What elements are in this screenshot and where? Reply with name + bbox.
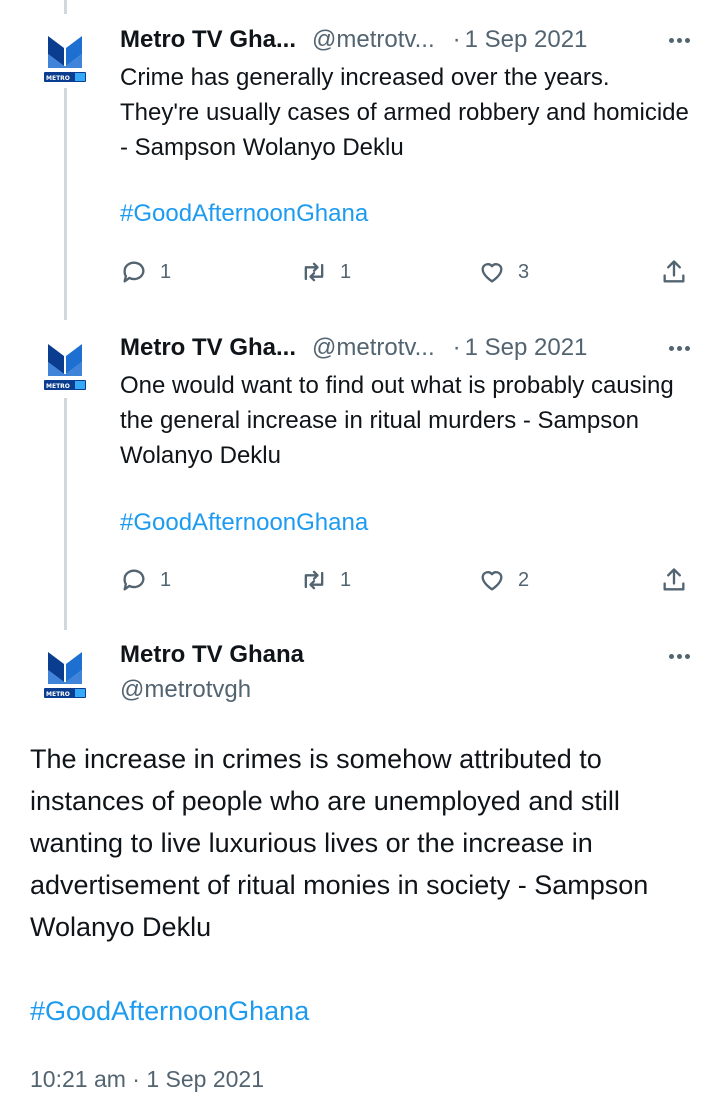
avatar[interactable]: METRO [42, 648, 88, 700]
retweet-button[interactable]: 1 [300, 565, 351, 595]
thread-line [64, 0, 67, 14]
avatar[interactable]: METRO [42, 340, 88, 392]
svg-text:METRO: METRO [46, 75, 70, 82]
retweet-count: 1 [340, 568, 352, 591]
like-icon [481, 263, 503, 283]
tweet-actions: 1 1 2 [120, 565, 690, 595]
retweet-button[interactable]: 1 [300, 257, 351, 287]
author-name[interactable]: Metro TV Gha... [120, 26, 296, 54]
share-icon [663, 568, 685, 591]
separator: · [452, 26, 461, 53]
avatar[interactable]: METRO [42, 32, 88, 84]
author-name[interactable]: Metro TV Ghana [120, 641, 304, 669]
tweet-text: Crime has generally increased over the y… [120, 64, 689, 161]
retweet-icon [304, 570, 324, 590]
author-handle[interactable]: @metrotv... [312, 26, 435, 54]
tweet-text: One would want to find out what is proba… [120, 372, 674, 469]
tweet-date[interactable]: 1 Sep 2021 [465, 334, 588, 362]
share-icon [663, 260, 685, 283]
tweet-timestamp[interactable]: 10:21 am · 1 Sep 2021 [30, 1066, 264, 1093]
reply-icon [123, 569, 145, 591]
retweet-icon [304, 262, 324, 282]
metro-tv-logo-icon: METRO [44, 652, 86, 698]
tweet-header: Metro TV Gha... @metrotv... · 1 Sep 2021 [120, 328, 720, 368]
like-icon [481, 571, 503, 591]
like-count: 3 [518, 260, 530, 283]
tweet[interactable]: METRO Metro TV Gha... @metrotv... · 1 Se… [0, 20, 720, 310]
retweet-count: 1 [340, 260, 352, 283]
separator: · [452, 334, 461, 361]
main-tweet: METRO Metro TV Ghana @metrotvgh The incr… [0, 636, 720, 1102]
hashtag-link[interactable]: #GoodAfternoonGhana [30, 996, 309, 1027]
author-handle[interactable]: @metrotvgh [120, 676, 251, 704]
metro-tv-logo-icon: METRO [44, 344, 86, 390]
author-handle[interactable]: @metrotv... [312, 334, 435, 362]
more-icon[interactable] [669, 328, 690, 368]
hashtag-link[interactable]: #GoodAfternoonGhana [120, 509, 368, 537]
hashtag-link[interactable]: #GoodAfternoonGhana [120, 200, 368, 228]
reply-button[interactable]: 1 [120, 257, 171, 287]
like-count: 2 [518, 568, 530, 591]
reply-icon [123, 261, 145, 283]
more-icon[interactable] [669, 636, 690, 676]
tweet[interactable]: METRO Metro TV Gha... @metrotv... · 1 Se… [0, 328, 720, 618]
reply-button[interactable]: 1 [120, 565, 171, 595]
reply-count: 1 [160, 568, 172, 591]
share-button[interactable] [660, 257, 688, 287]
tweet-date[interactable]: 1 Sep 2021 [465, 26, 588, 54]
reply-count: 1 [160, 260, 172, 283]
like-button[interactable]: 3 [478, 257, 529, 287]
tweet-header: Metro TV Gha... @metrotv... · 1 Sep 2021 [120, 20, 720, 60]
tweet-text: The increase in crimes is somehow attrib… [30, 744, 649, 942]
tweet-actions: 1 1 3 [120, 257, 690, 287]
svg-text:METRO: METRO [46, 383, 70, 390]
more-icon[interactable] [669, 20, 690, 60]
share-button[interactable] [660, 565, 688, 595]
author-name[interactable]: Metro TV Gha... [120, 334, 296, 362]
like-button[interactable]: 2 [478, 565, 529, 595]
svg-text:METRO: METRO [46, 691, 70, 698]
metro-tv-logo-icon: METRO [44, 36, 86, 82]
